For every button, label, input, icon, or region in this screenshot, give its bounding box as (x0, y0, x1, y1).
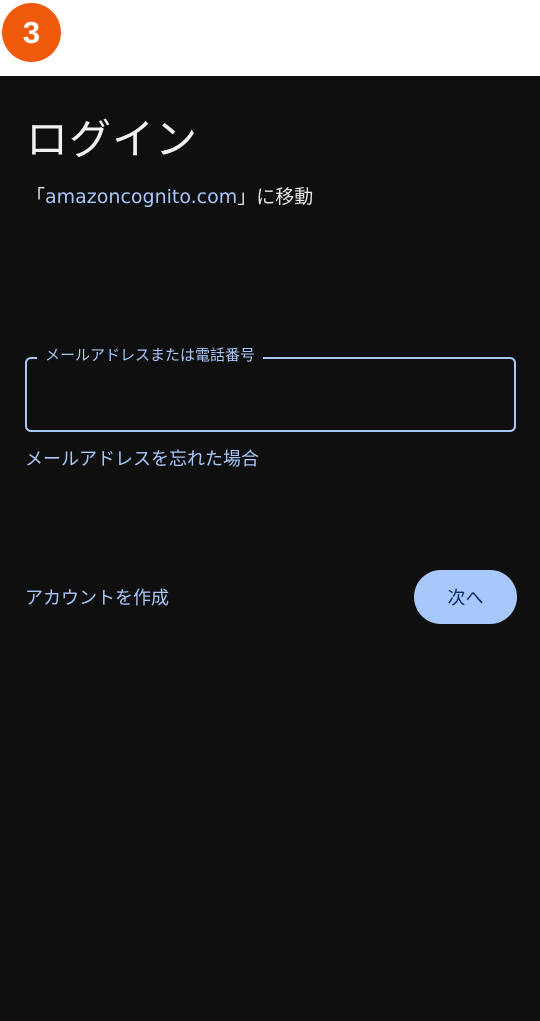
email-input[interactable] (40, 376, 500, 414)
redirect-domain: amazoncognito.com (45, 186, 238, 208)
step-number-badge: 3 (2, 3, 61, 62)
next-button[interactable]: 次へ (414, 570, 517, 624)
redirect-open-bracket: 「 (26, 186, 46, 208)
email-field-label: メールアドレスまたは電話番号 (37, 344, 264, 366)
page-title: ログイン (26, 115, 199, 164)
redirect-suffix: 」に移動 (237, 186, 314, 208)
redirect-notice: 「amazoncognito.com」に移動 (26, 182, 313, 209)
login-screen: ログイン 「amazoncognito.com」に移動 メールアドレスまたは電話… (0, 76, 540, 1021)
create-account-link[interactable]: アカウントを作成 (25, 584, 169, 610)
forgot-email-link[interactable]: メールアドレスを忘れた場合 (25, 445, 259, 471)
top-strip: 3 (0, 0, 540, 76)
